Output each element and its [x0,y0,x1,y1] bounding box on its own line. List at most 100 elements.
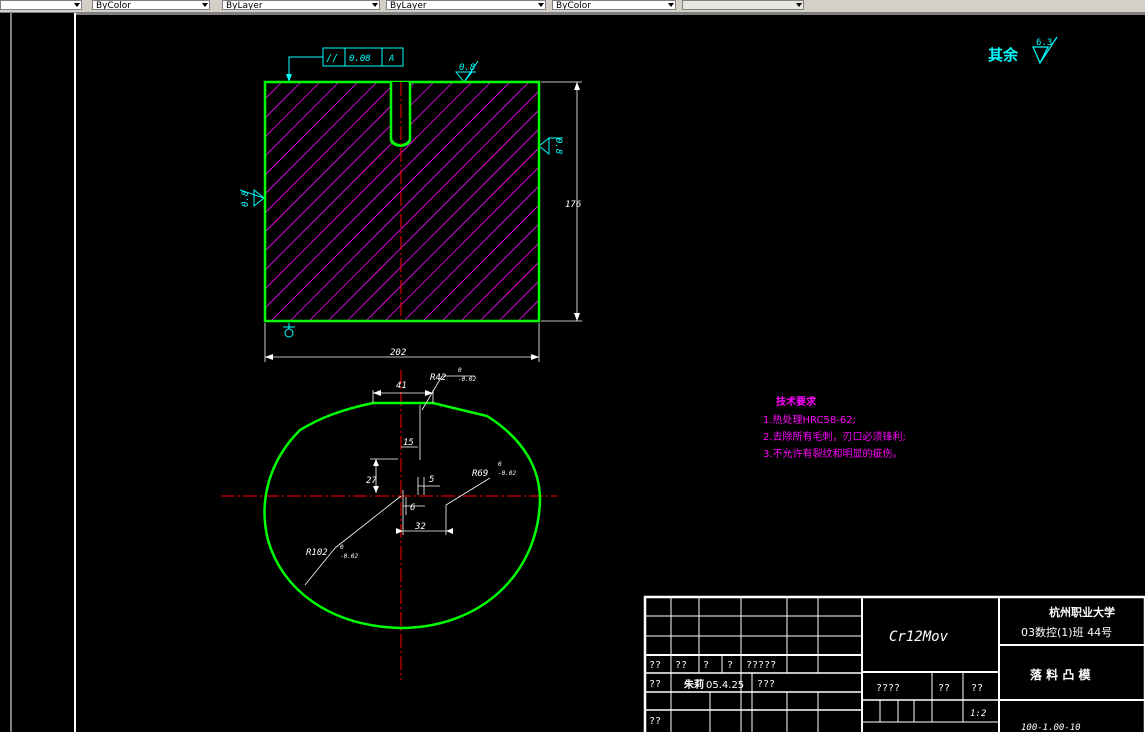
dim-r102-tol-lower: -0.02 [340,553,358,560]
flatness-datum: A [388,54,394,64]
top-view-dimensions [304,375,491,586]
class-info: 03数控(1)班 44号 [1021,625,1112,639]
flatness-tolerance-frame: // 0.08 A [286,47,404,82]
tb-cell-8: ?? [649,716,661,727]
hatch-line [265,82,321,138]
tb-cell-9: ???? [876,683,900,694]
designer-name: 朱莉 [684,678,704,691]
dim-r102-tol-upper: 0 [340,544,344,551]
scale-text: 1:2 [970,709,986,719]
hatch-line [265,82,397,214]
plotstyle-dropdown[interactable]: ByColor [552,0,676,10]
hatch-line [5,82,244,321]
hatch-line [327,109,539,321]
color-dropdown[interactable]: ByColor [92,0,210,10]
dim-r42-text: R42 [430,373,446,383]
left-roughness-annotation: 0.8 [239,188,265,208]
hatch-line [265,82,492,309]
hatch-line [265,82,359,176]
hatch-line [308,90,539,321]
dim-r42-tol-upper: 0 [458,367,462,374]
tb-cell-10: ?? [938,683,950,694]
title-block-text: 杭州职业大学 03数控(1)班 44号 Cr12Mov 落 料 凸 模 1:2 … [649,605,1115,732]
tech-title: 技术要求 [776,395,817,408]
top-view-profile [221,370,557,680]
color-dropdown-label: ByColor [96,1,131,10]
dim-32-text: 32 [414,522,426,532]
hatch-line [346,128,539,321]
dim-15-text: 15 [403,438,414,448]
tb-cell-11: ?? [971,683,983,694]
linetype-dropdown[interactable]: ByLayer [222,0,380,10]
rest-roughness-annotation: 其余 6.3 [988,36,1058,65]
hatch-line [441,223,539,321]
flatness-value: 0.08 [349,54,371,64]
flatness-symbol: // [326,53,338,64]
tb-cell-6: ?? [649,679,661,690]
tb-cell-5: ????? [746,660,776,671]
chevron-down-icon [372,3,378,7]
dim-27-text: 27 [366,476,377,486]
dim-r42-tol-lower: -0.02 [458,376,476,383]
plotstyle-dropdown-label: ByColor [556,1,591,10]
dim-5-text: 5 [429,475,434,485]
linetype-dropdown-label: ByLayer [226,1,263,10]
plotstyle-dropdown-2[interactable] [682,0,804,10]
chevron-down-icon [74,3,80,7]
lineweight-dropdown-label: ByLayer [390,1,427,10]
tech-line-1: 1.热处理HRC58-62; [763,413,856,426]
tb-cell-2: ?? [675,660,687,671]
hatch-line [498,280,539,321]
dimension-width: 202 [264,323,540,362]
hatch-line [384,166,539,321]
drawing-canvas[interactable]: 其余 6.3 // 0.08 A 0.8 0.8 0.8 176 202 41 … [0,13,1145,732]
dim-width-text: 202 [390,348,406,358]
dim-r102-text: R102 [306,548,328,558]
left-roughness-value: 0.8 [241,191,251,207]
hatch-line [517,299,539,321]
chevron-down-icon [202,3,208,7]
rest-roughness-value: 6.3 [1036,38,1052,48]
hatch-line [265,82,473,290]
tb-cell-1: ?? [649,660,661,671]
dim-6-text: 6 [410,503,415,513]
right-roughness-value: 0.8 [553,138,563,154]
design-date: 05.4.25 [706,680,744,691]
hatch-line [265,82,340,157]
drawing-number: 100-1.00-10 [1021,723,1081,732]
material-text: Cr12Mov [889,629,949,645]
tech-line-3: 3.不允许有裂纹和明显的疵伤。 [763,447,903,460]
dimension-height: 176 [541,81,582,322]
right-roughness-annotation: 0.8 [538,136,563,156]
part-name: 落 料 凸 模 [1030,667,1092,682]
top-roughness-value: 0.8 [459,63,475,73]
dim-r69-tol-upper: 0 [498,461,502,468]
dim-r69-text: R69 [472,469,488,479]
lineweight-dropdown[interactable]: ByLayer [386,0,546,10]
front-view-block [5,80,795,323]
properties-toolbar: ByColor ByLayer ByLayer ByColor [0,0,1145,13]
hatch-line [422,204,539,321]
hatch-line [403,185,539,321]
hatch-line [265,82,378,195]
tech-line-2: 2.去除所有毛刺，刃口必须锋利; [763,430,906,443]
chevron-down-icon [538,3,544,7]
hatch-line [24,82,263,321]
dim-height-text: 176 [565,200,581,210]
drawing-frame [10,13,1145,732]
hatch-line [479,261,539,321]
layer-dropdown[interactable] [0,0,82,10]
dim-r69-tol-lower: -0.02 [498,470,516,477]
rest-roughness-label: 其余 [988,46,1019,64]
technical-requirements: 技术要求 1.热处理HRC58-62; 2.去除所有毛刺，刃口必须锋利; 3.不… [763,395,906,460]
dim-41-text: 41 [396,381,407,391]
tb-cell-3: ? [703,660,709,671]
chevron-down-icon [668,3,674,7]
tb-cell-7: ??? [757,679,775,690]
hatch-line [556,82,795,321]
tb-cell-4: ? [727,660,733,671]
top-roughness-annotation: 0.8 [454,60,479,83]
chevron-down-icon [796,3,802,7]
datum-a-symbol [283,323,295,338]
hatch-line [265,82,416,233]
